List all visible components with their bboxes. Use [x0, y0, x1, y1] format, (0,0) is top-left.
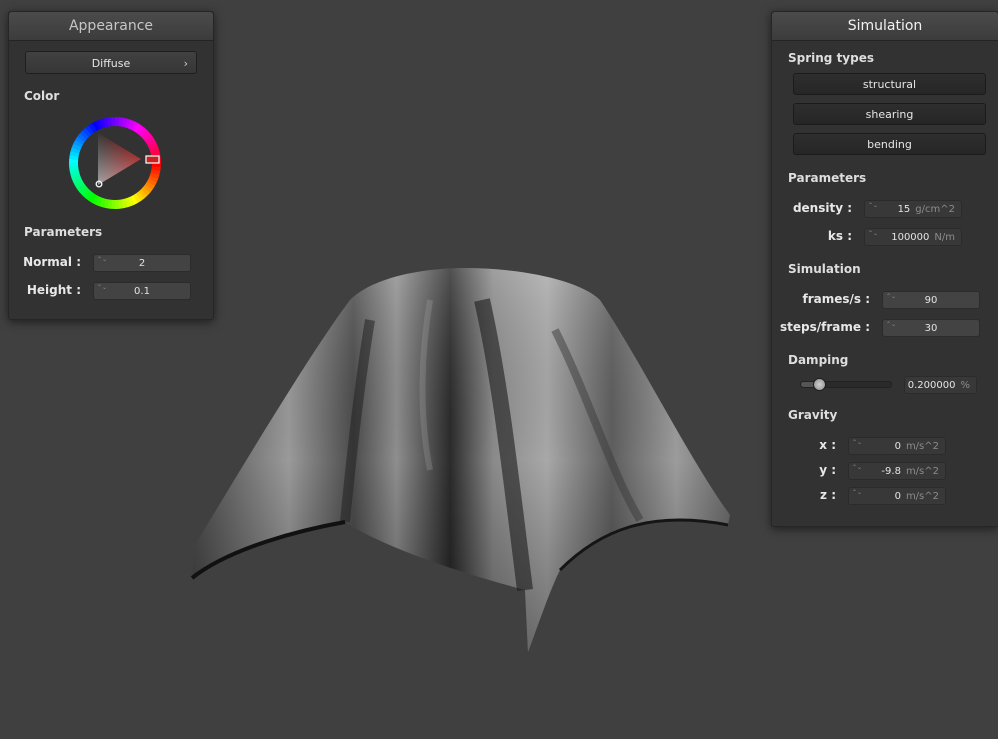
cloth-mesh	[190, 268, 730, 652]
damping-input[interactable]: 0.200000%	[904, 376, 977, 394]
structural-toggle-button[interactable]: structural	[793, 73, 986, 95]
bending-toggle-button[interactable]: bending	[793, 133, 986, 155]
frames-per-second-label: frames/s :	[802, 292, 870, 306]
normal-value: 2	[138, 258, 146, 269]
gravity-z-label: z :	[820, 488, 836, 502]
density-label: density :	[792, 201, 852, 215]
simulation-panel-title: Simulation	[772, 12, 998, 41]
spring-types-label: Spring types	[788, 51, 875, 65]
spinner-icon[interactable]: ⌃⌄	[852, 439, 862, 446]
gravity-z-value: 0	[894, 491, 901, 502]
steps-per-frame-input[interactable]: ⌃⌄ 30	[882, 319, 980, 337]
spinner-icon[interactable]: ⌃⌄	[868, 230, 878, 237]
damping-value: 0.200000	[907, 380, 956, 391]
gravity-z-unit: m/s^2	[905, 491, 939, 502]
gravity-x-input[interactable]: ⌃⌄ 0 m/s^2	[848, 437, 946, 455]
gravity-x-unit: m/s^2	[905, 441, 939, 452]
appearance-panel: Appearance Diffuse › Color Parameters No…	[8, 11, 214, 320]
gravity-y-value: -9.8	[881, 466, 901, 477]
spinner-icon[interactable]: ⌃⌄	[868, 202, 878, 209]
gravity-label: Gravity	[788, 408, 838, 422]
ks-label: ks :	[827, 229, 852, 243]
shader-type-label: Diffuse	[91, 57, 131, 70]
density-value: 15	[897, 204, 911, 215]
triangle-shade	[98, 133, 141, 185]
damping-unit: %	[960, 380, 970, 391]
gravity-y-label: y :	[819, 463, 836, 477]
simulation-section-label: Simulation	[788, 262, 861, 276]
gravity-z-input[interactable]: ⌃⌄ 0 m/s^2	[848, 487, 946, 505]
frames-per-second-input[interactable]: ⌃⌄ 90	[882, 291, 980, 309]
appearance-parameters-label: Parameters	[24, 225, 103, 239]
sim-parameters-label: Parameters	[788, 171, 867, 185]
steps-per-frame-value: 30	[924, 323, 938, 334]
chevron-right-icon: ›	[183, 57, 188, 70]
spinner-icon[interactable]: ⌃⌄	[852, 464, 862, 471]
normal-label: Normal :	[23, 255, 81, 269]
gravity-x-label: x :	[819, 438, 836, 452]
shader-type-dropdown[interactable]: Diffuse ›	[25, 51, 197, 74]
gravity-x-value: 0	[894, 441, 901, 452]
damping-label: Damping	[788, 353, 849, 367]
ks-value: 100000	[891, 232, 930, 243]
gravity-y-input[interactable]: ⌃⌄ -9.8 m/s^2	[848, 462, 946, 480]
ks-input[interactable]: ⌃⌄ 100000 N/m	[864, 228, 962, 246]
density-input[interactable]: ⌃⌄ 15 g/cm^2	[864, 200, 962, 218]
height-label: Height :	[26, 283, 81, 297]
damping-slider[interactable]	[800, 378, 892, 391]
ks-unit: N/m	[934, 232, 955, 243]
simulation-panel: Simulation Spring types structural shear…	[771, 11, 998, 527]
height-input[interactable]: ⌃⌄ 0.1	[93, 282, 191, 300]
density-unit: g/cm^2	[915, 204, 955, 215]
appearance-panel-title: Appearance	[9, 12, 213, 41]
frames-per-second-value: 90	[924, 295, 938, 306]
hue-selector-handle[interactable]	[145, 155, 160, 164]
gravity-y-unit: m/s^2	[905, 466, 939, 477]
height-value: 0.1	[134, 286, 150, 297]
color-wheel[interactable]	[65, 113, 165, 213]
shearing-toggle-button[interactable]: shearing	[793, 103, 986, 125]
normal-input[interactable]: ⌃⌄ 2	[93, 254, 191, 272]
damping-slider-knob[interactable]	[813, 378, 826, 391]
spinner-icon[interactable]: ⌃⌄	[852, 489, 862, 496]
color-section-label: Color	[24, 89, 60, 103]
steps-per-frame-label: steps/frame :	[780, 320, 870, 334]
